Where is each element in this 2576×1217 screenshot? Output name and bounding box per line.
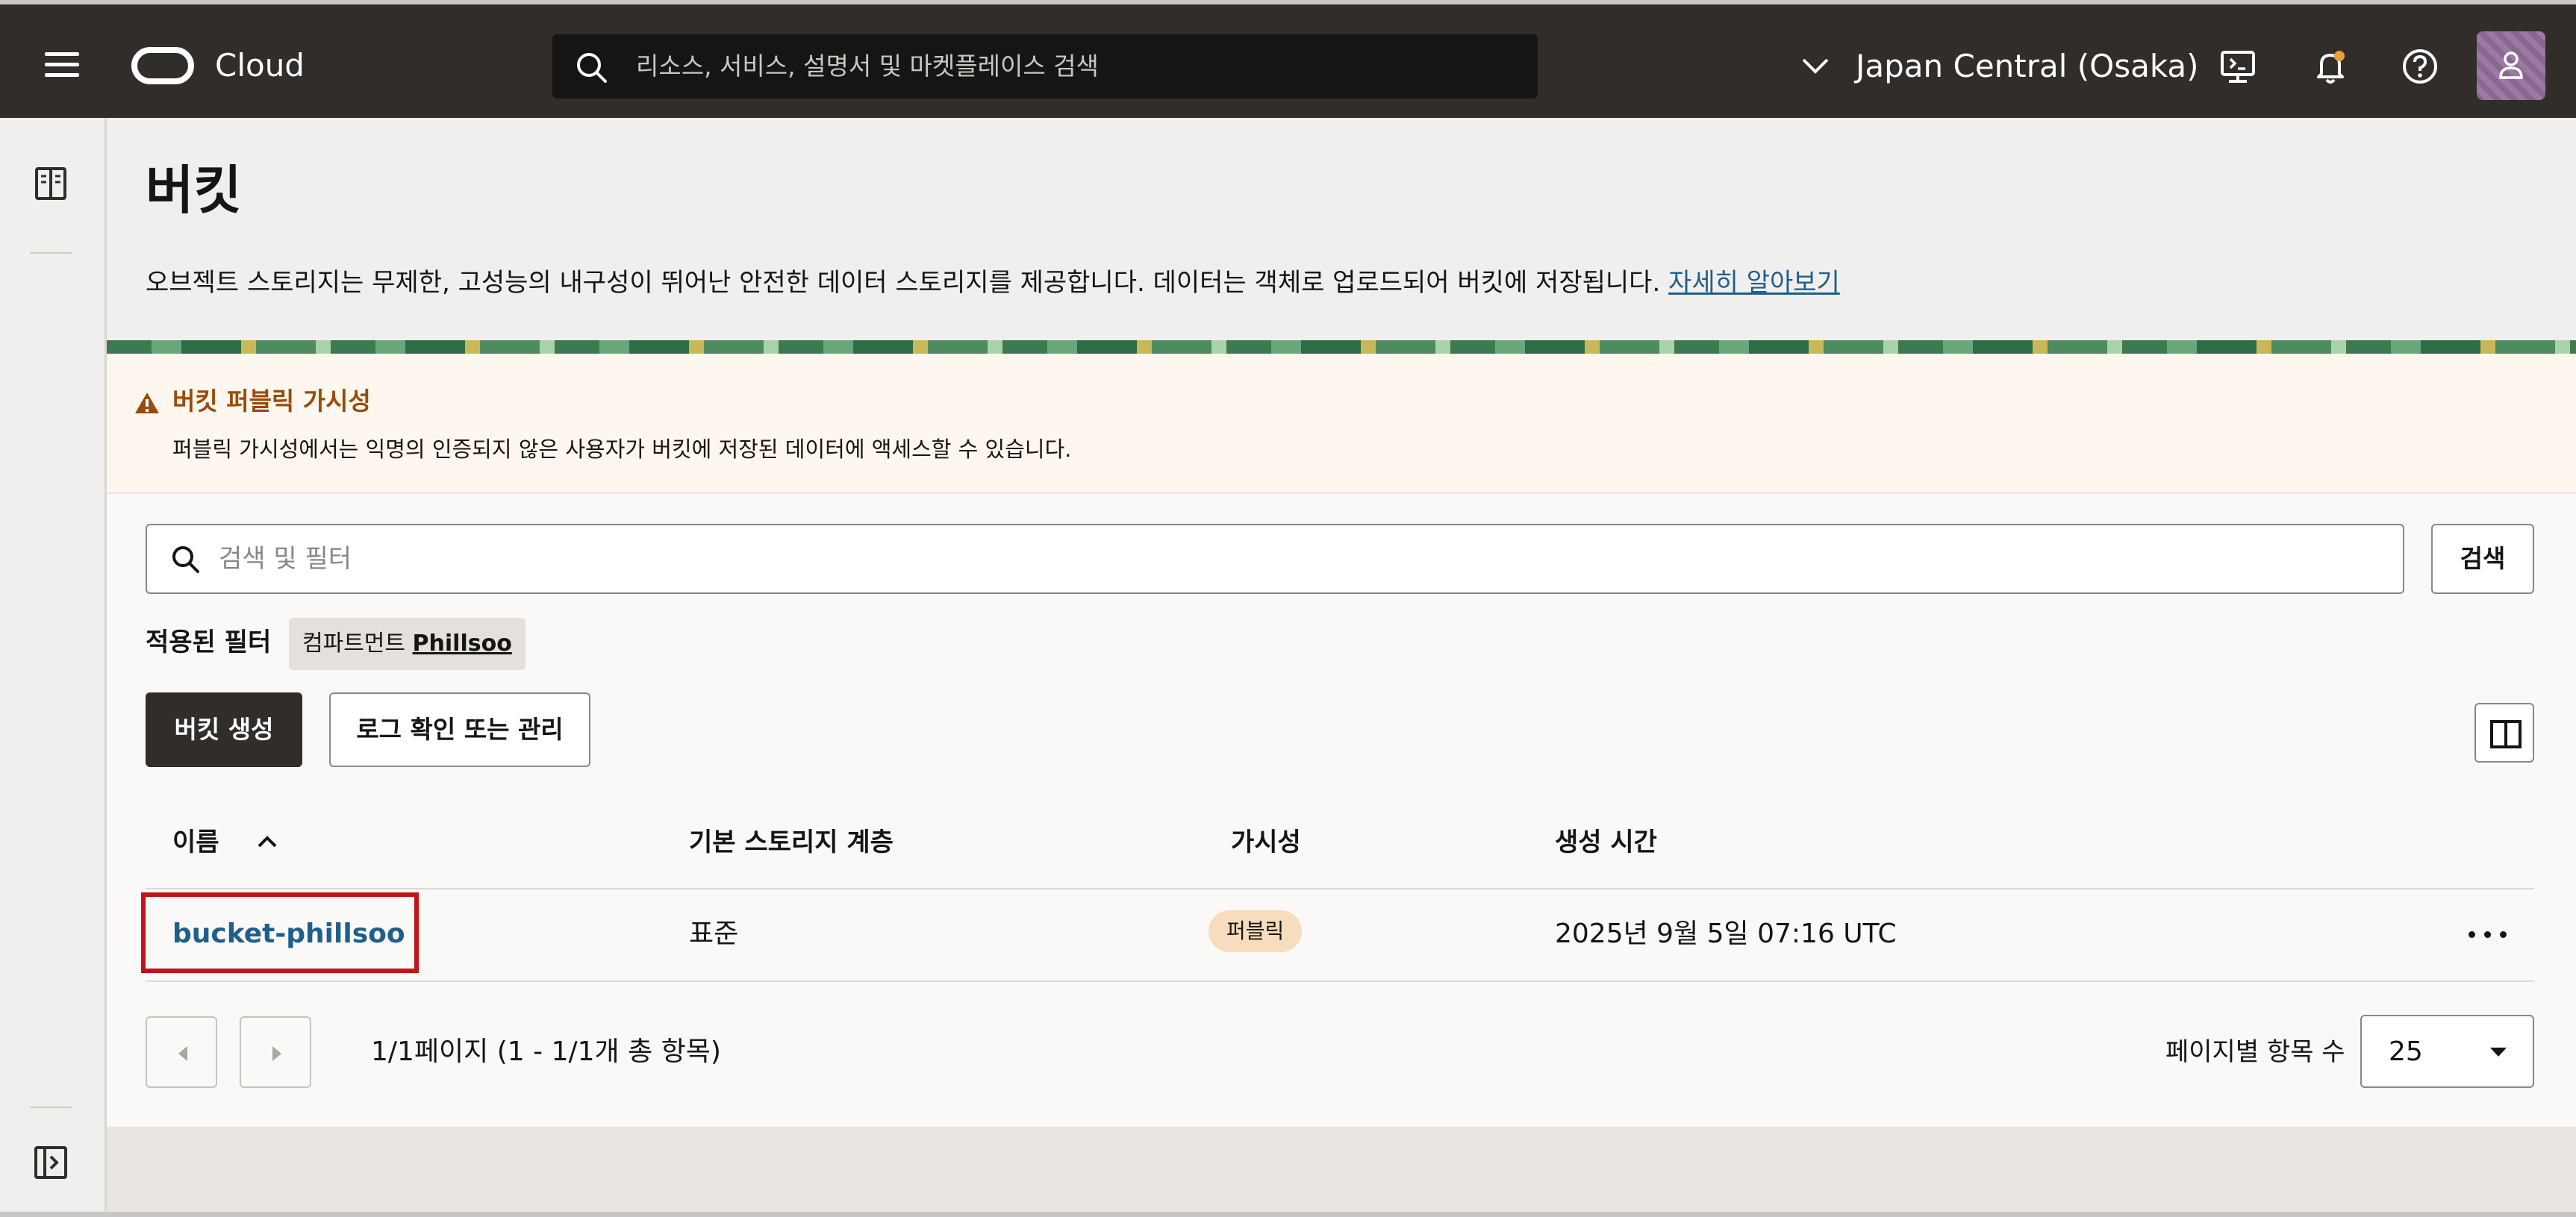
chevron-down-icon	[1802, 58, 1829, 74]
warning-text: 퍼블릭 가시성에서는 익명의 인증되지 않은 사용자가 버킷에 저장된 데이터에…	[172, 437, 1072, 462]
items-per-page-select[interactable]: 25	[2360, 1015, 2534, 1088]
bucket-list-panel: 검색 및 필터 검색 적용된 필터 컴파트먼트 Phillsoo 버킷 생성 로…	[107, 494, 2576, 1127]
column-header-created[interactable]: 생성 시간	[1555, 825, 1657, 860]
bucket-name-link[interactable]: bucket-phillsoo	[172, 916, 405, 952]
search-button[interactable]: 검색	[2431, 524, 2534, 594]
main-content: 버킷 오브젝트 스토리지는 무제한, 고성능의 내구성이 뛰어난 안전한 데이터…	[107, 118, 2576, 1217]
notifications-bell-icon[interactable]	[2311, 47, 2350, 86]
applied-filters-label: 적용된 필터	[146, 628, 272, 657]
user-avatar[interactable]	[2477, 31, 2545, 100]
decorative-banner	[107, 340, 2576, 354]
view-logs-button[interactable]: 로그 확인 또는 관리	[329, 692, 590, 767]
global-search-input[interactable]: 리소스, 서비스, 설명서 및 마켓플레이스 검색	[552, 34, 1538, 98]
search-filter-input[interactable]: 검색 및 필터	[146, 524, 2404, 594]
public-visibility-warning: 버킷 퍼블릭 가시성 퍼블릭 가시성에서는 익명의 인증되지 않은 사용자가 버…	[107, 354, 2576, 494]
row-actions-menu-icon[interactable]	[2466, 919, 2510, 949]
menu-icon[interactable]	[45, 52, 79, 78]
chevron-left-icon	[178, 1046, 187, 1061]
left-side-rail	[0, 118, 107, 1217]
pagination-summary: 1/1페이지 (1 - 1/1개 총 항목)	[371, 1036, 721, 1067]
column-header-visibility[interactable]: 가시성	[1231, 825, 1301, 860]
columns-icon	[2490, 720, 2522, 748]
items-per-page-label: 페이지별 항목 수	[2165, 1037, 2345, 1067]
table-row: bucket-phillsoo 표준 퍼블릭 2025년 9월 5일 07:16…	[141, 888, 2534, 982]
create-bucket-button[interactable]: 버킷 생성	[146, 692, 302, 767]
help-icon[interactable]	[2401, 47, 2439, 86]
warning-title: 버킷 퍼블릭 가시성	[172, 387, 371, 416]
chip-value: Phillsoo	[412, 631, 512, 657]
items-per-page-value: 25	[2389, 1036, 2423, 1067]
chevron-right-icon	[272, 1046, 281, 1061]
footer-background	[107, 1127, 2576, 1217]
search-filter-placeholder: 검색 및 필터	[219, 544, 352, 574]
caret-down-icon	[2490, 1048, 2507, 1057]
region-name: Japan Central (Osaka)	[1856, 48, 2199, 84]
table-header: 이름 기본 스토리지 계층 가시성 생성 시간	[146, 795, 2534, 889]
storage-tier-cell: 표준	[689, 919, 739, 949]
oracle-logo-icon[interactable]	[131, 47, 194, 84]
visibility-badge: 퍼블릭	[1209, 910, 1303, 952]
page-title: 버킷	[146, 160, 242, 221]
warning-icon	[135, 392, 159, 413]
page-description: 오브젝트 스토리지는 무제한, 고성능의 내구성이 뛰어난 안전한 데이터 스토…	[146, 264, 1840, 301]
rail-divider	[30, 1107, 72, 1108]
global-search-placeholder: 리소스, 서비스, 설명서 및 마켓플레이스 검색	[636, 51, 1099, 81]
user-profile-icon	[2499, 51, 2523, 79]
top-navigation-bar: Cloud 리소스, 서비스, 설명서 및 마켓플레이스 검색 Japan Ce…	[0, 0, 2576, 118]
chip-key: 컴파트먼트	[302, 631, 405, 657]
rail-divider	[30, 252, 72, 254]
next-page-button[interactable]	[240, 1016, 311, 1088]
brand-name: Cloud	[215, 47, 305, 84]
previous-page-button[interactable]	[146, 1016, 217, 1088]
window-bottom-border	[0, 1212, 2576, 1217]
cloud-shell-icon[interactable]	[2218, 47, 2257, 86]
column-header-tier[interactable]: 기본 스토리지 계층	[689, 825, 894, 860]
column-settings-button[interactable]	[2474, 703, 2534, 763]
created-time-cell: 2025년 9월 5일 07:16 UTC	[1555, 919, 1897, 949]
resource-panel-icon[interactable]	[33, 166, 69, 201]
column-header-name[interactable]: 이름	[172, 825, 219, 860]
learn-more-link[interactable]: 자세히 알아보기	[1668, 268, 1840, 298]
expand-panel-icon[interactable]	[33, 1145, 69, 1180]
search-icon	[172, 546, 199, 573]
sort-ascending-icon[interactable]	[256, 834, 278, 849]
page-description-text: 오브젝트 스토리지는 무제한, 고성능의 내구성이 뛰어난 안전한 데이터 스토…	[146, 268, 1661, 298]
compartment-filter-chip[interactable]: 컴파트먼트 Phillsoo	[289, 618, 526, 670]
search-icon	[577, 53, 607, 83]
